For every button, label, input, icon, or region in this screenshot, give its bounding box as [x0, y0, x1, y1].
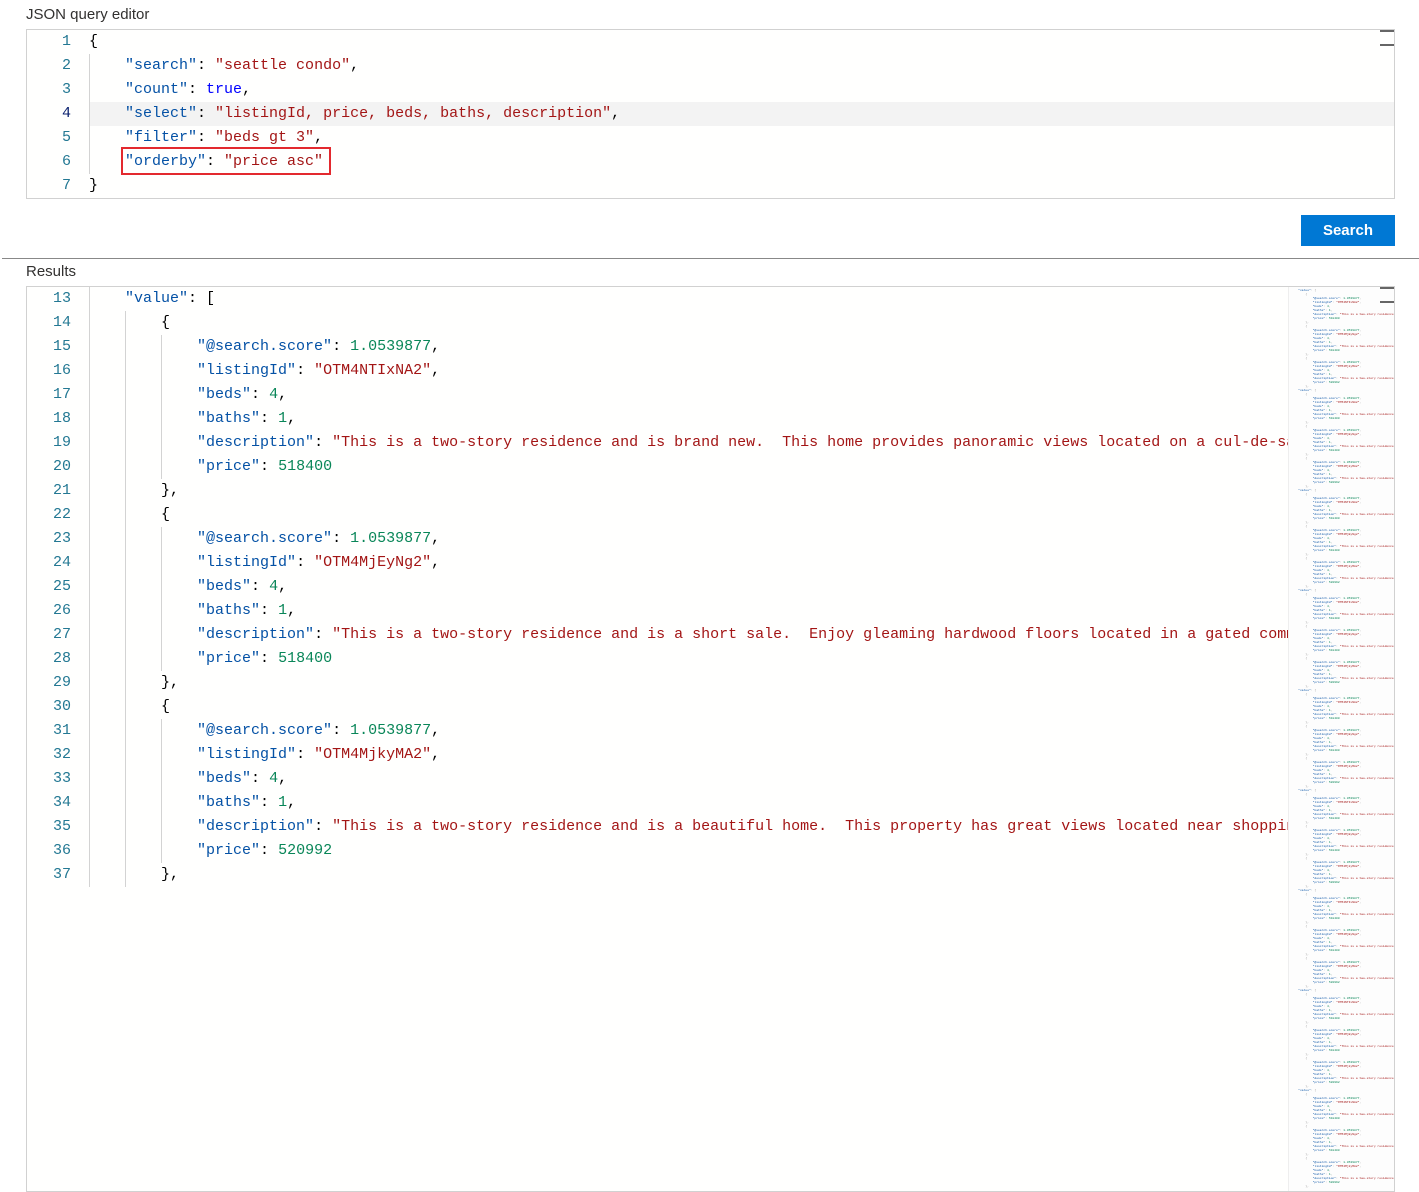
code-line: {	[89, 30, 1394, 54]
code-line: "beds": 4,	[89, 575, 1288, 599]
line-number: 21	[27, 479, 71, 503]
code-line: "baths": 1,	[89, 599, 1288, 623]
line-number: 4	[27, 102, 71, 126]
code-line: "baths": 1,	[89, 791, 1288, 815]
line-number: 20	[27, 455, 71, 479]
editor-title: JSON query editor	[2, 2, 1419, 29]
code-line: "listingId": "OTM4MjEyNg2",	[89, 551, 1288, 575]
line-number: 3	[27, 78, 71, 102]
line-number: 16	[27, 359, 71, 383]
code-line: "count": true,	[89, 78, 1394, 102]
code-line: "description": "This is a two-story resi…	[89, 815, 1288, 839]
code-line: "price": 518400	[89, 647, 1288, 671]
line-number: 13	[27, 287, 71, 311]
line-number: 15	[27, 335, 71, 359]
code-line: "@search.score": 1.0539877,	[89, 335, 1288, 359]
code-line: {	[89, 311, 1288, 335]
results-viewer[interactable]: 1314151617181920212223242526272829303132…	[27, 287, 1288, 887]
line-number: 27	[27, 623, 71, 647]
code-line: "orderby": "price asc"	[89, 150, 1394, 174]
code-line: "value": [	[89, 287, 1288, 311]
code-line: },	[89, 671, 1288, 695]
search-button[interactable]: Search	[1301, 215, 1395, 246]
line-number: 24	[27, 551, 71, 575]
line-number: 7	[27, 174, 71, 198]
line-number: 25	[27, 575, 71, 599]
minimap[interactable]: "value": [ { "@search.score": 1.0539877,…	[1288, 287, 1394, 1191]
code-line: "beds": 4,	[89, 767, 1288, 791]
code-line: "filter": "beds gt 3",	[89, 126, 1394, 150]
query-editor[interactable]: 1234567 { "search": "seattle condo", "co…	[27, 30, 1394, 198]
line-number: 35	[27, 815, 71, 839]
code-line: "@search.score": 1.0539877,	[89, 719, 1288, 743]
line-number: 28	[27, 647, 71, 671]
line-number: 1	[27, 30, 71, 54]
code-line: "price": 520992	[89, 839, 1288, 863]
line-number: 32	[27, 743, 71, 767]
line-number: 36	[27, 839, 71, 863]
code-line: "search": "seattle condo",	[89, 54, 1394, 78]
line-number: 22	[27, 503, 71, 527]
code-line: {	[89, 503, 1288, 527]
query-editor-panel: 1234567 { "search": "seattle condo", "co…	[26, 29, 1395, 199]
line-number: 30	[27, 695, 71, 719]
code-line: },	[89, 479, 1288, 503]
code-line: "description": "This is a two-story resi…	[89, 623, 1288, 647]
line-number: 18	[27, 407, 71, 431]
line-number: 19	[27, 431, 71, 455]
code-line: "beds": 4,	[89, 383, 1288, 407]
line-number: 34	[27, 791, 71, 815]
line-number: 6	[27, 150, 71, 174]
overview-ruler	[1380, 287, 1394, 303]
line-number: 29	[27, 671, 71, 695]
code-line: "listingId": "OTM4NTIxNA2",	[89, 359, 1288, 383]
line-number: 14	[27, 311, 71, 335]
code-line: },	[89, 863, 1288, 887]
code-line: "price": 518400	[89, 455, 1288, 479]
code-line: {	[89, 695, 1288, 719]
results-panel: 1314151617181920212223242526272829303132…	[26, 286, 1395, 1192]
code-line: }	[89, 174, 1394, 198]
line-number: 37	[27, 863, 71, 887]
code-line: "description": "This is a two-story resi…	[89, 431, 1288, 455]
line-number: 33	[27, 767, 71, 791]
line-number: 17	[27, 383, 71, 407]
line-number: 5	[27, 126, 71, 150]
code-line: "@search.score": 1.0539877,	[89, 527, 1288, 551]
code-line: "listingId": "OTM4MjkyMA2",	[89, 743, 1288, 767]
code-line: "baths": 1,	[89, 407, 1288, 431]
line-number: 23	[27, 527, 71, 551]
line-number: 26	[27, 599, 71, 623]
line-number: 2	[27, 54, 71, 78]
code-line: "select": "listingId, price, beds, baths…	[89, 102, 1394, 126]
line-number: 31	[27, 719, 71, 743]
results-title: Results	[2, 259, 1419, 286]
